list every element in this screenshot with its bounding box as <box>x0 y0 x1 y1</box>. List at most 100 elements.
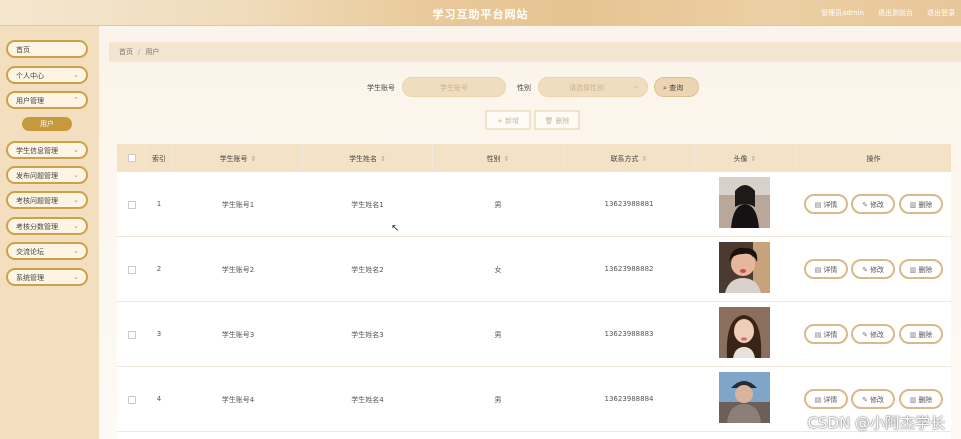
sidebar-item-label: 考核分数管理 <box>16 223 58 231</box>
edit-button-label: 修改 <box>869 266 884 274</box>
row-checkbox[interactable] <box>128 331 136 339</box>
gender-select[interactable]: 请选择性别 ⌄ <box>538 77 648 97</box>
mouse-pointer-icon: ↖ <box>391 223 400 234</box>
sort-icon: ⇕ <box>750 155 757 163</box>
delete-button[interactable]: ▥ 删除 <box>899 194 943 214</box>
detail-button[interactable]: ▤ 详情 <box>804 259 848 279</box>
chevron-down-icon: ⌄ <box>73 247 79 255</box>
edit-button[interactable]: ✎ 修改 <box>851 259 895 279</box>
column-header-label: 学生姓名 <box>349 155 378 163</box>
edit-button[interactable]: ✎ 修改 <box>851 324 895 344</box>
table-row-partial <box>117 432 951 439</box>
avatar <box>719 372 770 423</box>
document-icon: ▤ <box>814 396 822 404</box>
breadcrumb-home[interactable]: 首页 <box>119 48 133 56</box>
column-header-gender[interactable]: 性别 ⇕ <box>433 154 563 164</box>
cell-account: 学生账号3 <box>221 331 255 339</box>
logout-link[interactable]: 退出登录 <box>927 8 955 18</box>
delete-button-label: 删除 <box>918 266 933 274</box>
detail-button[interactable]: ▤ 详情 <box>804 324 848 344</box>
row-checkbox[interactable] <box>128 396 136 404</box>
sidebar-item-assessment-scores[interactable]: 考核分数管理 ⌄ <box>6 217 88 235</box>
sidebar-item-student-info[interactable]: 学生信息管理 ⌄ <box>6 141 88 159</box>
column-header-phone[interactable]: 联系方式 ⇕ <box>564 154 694 164</box>
delete-button[interactable]: ▥ 删除 <box>899 389 943 409</box>
gender-select-placeholder: 请选择性别 <box>569 84 604 92</box>
search-button[interactable]: ⌕ 查询 <box>654 77 699 97</box>
cell-phone: 13623988883 <box>604 330 654 338</box>
document-icon: ▤ <box>814 266 822 274</box>
sort-icon: ⇕ <box>380 155 386 163</box>
back-to-frontend-link[interactable]: 退出到前台 <box>878 8 913 18</box>
trash-icon: ▥ <box>909 331 917 339</box>
batch-delete-button[interactable]: 🗑 删除 <box>534 110 580 130</box>
table-header: 索引 学生账号 ⇕ 学生姓名 ⇕ 性别 ⇕ 联系方式 ⇕ 头像 ⇕ 操作 <box>117 144 951 172</box>
cell-gender: 男 <box>494 396 502 404</box>
chevron-down-icon: ⌄ <box>633 82 639 90</box>
sidebar-item-user-management[interactable]: 用户管理 ⌃ <box>6 91 88 109</box>
breadcrumb-separator: / <box>138 48 141 56</box>
sidebar-item-profile[interactable]: 个人中心 ⌄ <box>6 66 88 84</box>
cell-phone: 13623988881 <box>604 200 654 208</box>
site-title: 学习互助平台网站 <box>432 8 529 21</box>
sidebar-item-label: 学生信息管理 <box>16 147 58 155</box>
column-header-label: 性别 <box>486 155 501 163</box>
batch-delete-label: 删除 <box>555 117 570 125</box>
sidebar-item-system[interactable]: 系统管理 ⌄ <box>6 268 88 286</box>
main-content: 首页 / 用户 学生账号 学生账号 性别 请选择性别 ⌄ ⌕ 查询 + 新增 🗑 删… <box>99 26 961 439</box>
breadcrumb-current: 用户 <box>145 48 160 56</box>
column-header-avatar[interactable]: 头像 ⇕ <box>695 154 795 164</box>
pencil-icon: ✎ <box>862 201 868 209</box>
detail-button-label: 详情 <box>823 201 838 209</box>
chevron-down-icon: ⌄ <box>73 273 79 281</box>
chevron-down-icon: ⌄ <box>73 222 79 230</box>
detail-button-label: 详情 <box>823 331 838 339</box>
detail-button[interactable]: ▤ 详情 <box>804 389 848 409</box>
delete-button-label: 删除 <box>918 201 933 209</box>
chevron-down-icon: ⌄ <box>73 171 79 179</box>
column-header-index: 索引 <box>152 155 166 163</box>
sidebar-item-published-questions[interactable]: 发布问题管理 ⌄ <box>6 166 88 184</box>
pencil-icon: ✎ <box>862 331 868 339</box>
add-button[interactable]: + 新增 <box>485 110 531 130</box>
cell-name: 学生姓名3 <box>351 331 384 339</box>
account-search-input[interactable]: 学生账号 <box>402 77 506 97</box>
detail-button[interactable]: ▤ 详情 <box>804 194 848 214</box>
cell-account: 学生账号2 <box>221 266 255 274</box>
sidebar: 首页 个人中心 ⌄ 用户管理 ⌃ 用户 学生信息管理 ⌄ 发布问题管理 ⌄ 考核问题管理… <box>0 26 99 439</box>
cell-phone: 13623988884 <box>604 395 654 403</box>
delete-button[interactable]: ▥ 删除 <box>899 324 943 344</box>
row-checkbox[interactable] <box>128 201 136 209</box>
row-checkbox[interactable] <box>128 266 136 274</box>
pencil-icon: ✎ <box>862 396 868 404</box>
column-header-account[interactable]: 学生账号 ⇕ <box>174 154 302 164</box>
column-header-label: 学生账号 <box>219 155 248 163</box>
edit-button[interactable]: ✎ 修改 <box>851 194 895 214</box>
edit-button[interactable]: ✎ 修改 <box>851 389 895 409</box>
select-all-checkbox[interactable] <box>128 154 136 162</box>
cell-account: 学生账号4 <box>221 396 255 404</box>
gender-search-label: 性别 <box>517 84 531 92</box>
edit-button-label: 修改 <box>869 201 884 209</box>
sidebar-item-home[interactable]: 首页 <box>6 40 88 58</box>
search-icon: ⌕ <box>663 84 667 92</box>
sidebar-item-label: 个人中心 <box>16 72 44 80</box>
table-row: 1 学生账号1 学生姓名1 男 13623988881 ▤ 详情 ✎ 修改 ▥ 删除 <box>117 172 951 237</box>
document-icon: ▤ <box>814 331 822 339</box>
column-header-actions: 操作 <box>866 155 881 163</box>
sidebar-item-forum[interactable]: 交流论坛 ⌄ <box>6 242 88 260</box>
cell-account: 学生账号1 <box>221 201 255 209</box>
sidebar-item-assessment-questions[interactable]: 考核问题管理 ⌄ <box>6 191 88 209</box>
trash-icon: ▥ <box>909 201 917 209</box>
user-table: 索引 学生账号 ⇕ 学生姓名 ⇕ 性别 ⇕ 联系方式 ⇕ 头像 ⇕ 操作 1 学生账号1 … <box>117 144 951 439</box>
delete-button[interactable]: ▥ 删除 <box>899 259 943 279</box>
sidebar-subitem-user[interactable]: 用户 <box>22 117 72 131</box>
sidebar-item-label: 发布问题管理 <box>16 172 58 180</box>
chevron-down-icon: ⌄ <box>73 71 79 79</box>
admin-user-link[interactable]: 管理员admin <box>821 8 864 18</box>
sort-icon: ⇕ <box>250 155 257 163</box>
pencil-icon: ✎ <box>862 266 868 274</box>
sort-icon: ⇕ <box>503 155 510 163</box>
column-header-name[interactable]: 学生姓名 ⇕ <box>303 154 432 164</box>
cell-name: 学生姓名1 <box>351 201 384 209</box>
